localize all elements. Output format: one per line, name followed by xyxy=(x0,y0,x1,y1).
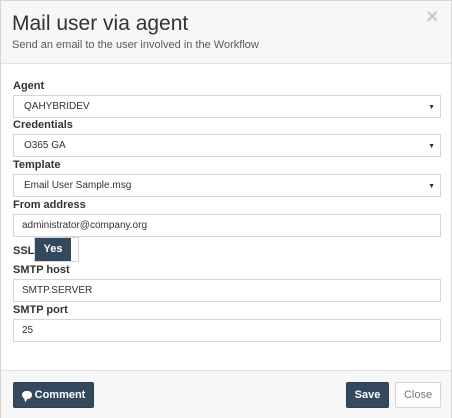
from-address-input[interactable]: administrator@company.org xyxy=(13,214,441,237)
dialog-title: Mail user via agent xyxy=(12,12,189,35)
close-button[interactable]: Close xyxy=(395,382,441,408)
template-select[interactable]: Email User Sample.msg ▼ xyxy=(13,174,441,197)
mail-user-dialog: Mail user via agent Send an email to the… xyxy=(0,0,452,418)
dialog-header: Mail user via agent Send an email to the… xyxy=(1,1,451,64)
template-select-value: Email User Sample.msg xyxy=(24,180,132,191)
comment-icon xyxy=(21,391,32,399)
agent-select-value: QAHYBRIDEV xyxy=(24,101,90,112)
dialog-subtitle: Send an email to the user involved in th… xyxy=(12,39,259,51)
comment-button-label: Comment xyxy=(34,389,86,401)
chevron-down-icon: ▼ xyxy=(428,143,435,150)
dialog-footer: Comment Save Close xyxy=(1,370,451,418)
agent-select[interactable]: QAHYBRIDEV ▼ xyxy=(13,95,441,118)
ssl-toggle-on-label: Yes xyxy=(35,238,71,261)
ssl-label: SSL xyxy=(13,245,35,257)
smtp-port-input[interactable]: 25 xyxy=(13,319,441,342)
chevron-down-icon: ▼ xyxy=(428,183,435,190)
chevron-down-icon: ▼ xyxy=(428,104,435,111)
smtp-port-label: SMTP port xyxy=(13,304,68,316)
smtp-host-input[interactable]: SMTP.SERVER xyxy=(13,279,441,302)
smtp-host-label: SMTP host xyxy=(13,264,70,276)
credentials-select[interactable]: O365 GA ▼ xyxy=(13,134,441,157)
close-icon[interactable]: × xyxy=(426,7,438,27)
template-label: Template xyxy=(13,159,61,171)
comment-button[interactable]: Comment xyxy=(13,382,94,408)
save-button[interactable]: Save xyxy=(346,382,389,408)
agent-label: Agent xyxy=(13,80,45,92)
from-address-label: From address xyxy=(13,199,86,211)
ssl-toggle[interactable]: Yes xyxy=(34,237,79,262)
credentials-select-value: O365 GA xyxy=(24,140,66,151)
credentials-label: Credentials xyxy=(13,119,73,131)
